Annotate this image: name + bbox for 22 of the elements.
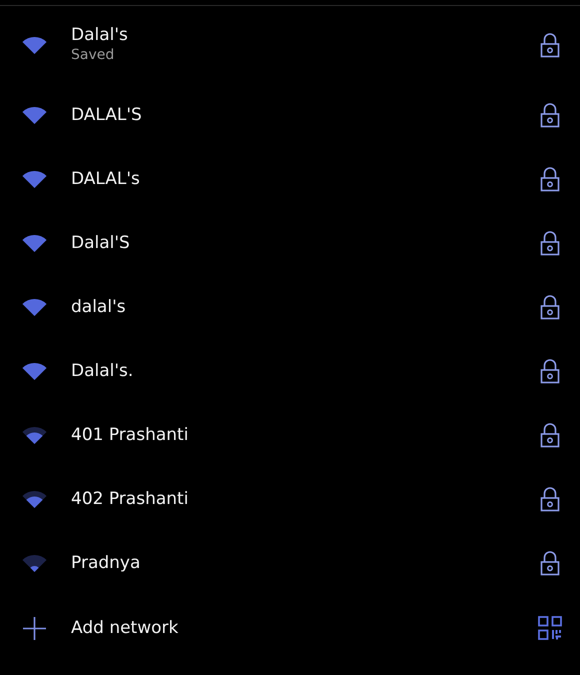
network-name[interactable]: 402 Prashanti bbox=[71, 488, 540, 510]
network-name[interactable]: DALAL's bbox=[71, 168, 540, 190]
plus-icon bbox=[22, 616, 47, 640]
lock-icon bbox=[540, 294, 560, 320]
network-name[interactable]: Pradnya bbox=[71, 552, 540, 574]
lock-icon bbox=[540, 550, 560, 576]
network-name[interactable]: 401 Prashanti bbox=[71, 424, 540, 446]
lock-icon bbox=[540, 230, 560, 256]
lock-icon bbox=[540, 32, 560, 58]
network-name[interactable]: Dalal's. bbox=[71, 360, 540, 382]
network-status: Saved bbox=[71, 46, 116, 65]
lock-icon bbox=[540, 486, 560, 512]
network-name[interactable]: Dalal'S bbox=[71, 232, 540, 254]
qr-code-icon[interactable] bbox=[538, 616, 562, 640]
add-network-link[interactable]: Add network bbox=[71, 616, 538, 640]
lock-icon bbox=[540, 102, 560, 128]
lock-icon bbox=[540, 422, 560, 448]
lock-icon bbox=[540, 358, 560, 384]
network-name[interactable]: Dalal's bbox=[71, 24, 540, 46]
lock-icon bbox=[540, 166, 560, 192]
network-name[interactable]: DALAL'S bbox=[71, 104, 540, 126]
network-name[interactable]: dalal's bbox=[71, 296, 540, 318]
